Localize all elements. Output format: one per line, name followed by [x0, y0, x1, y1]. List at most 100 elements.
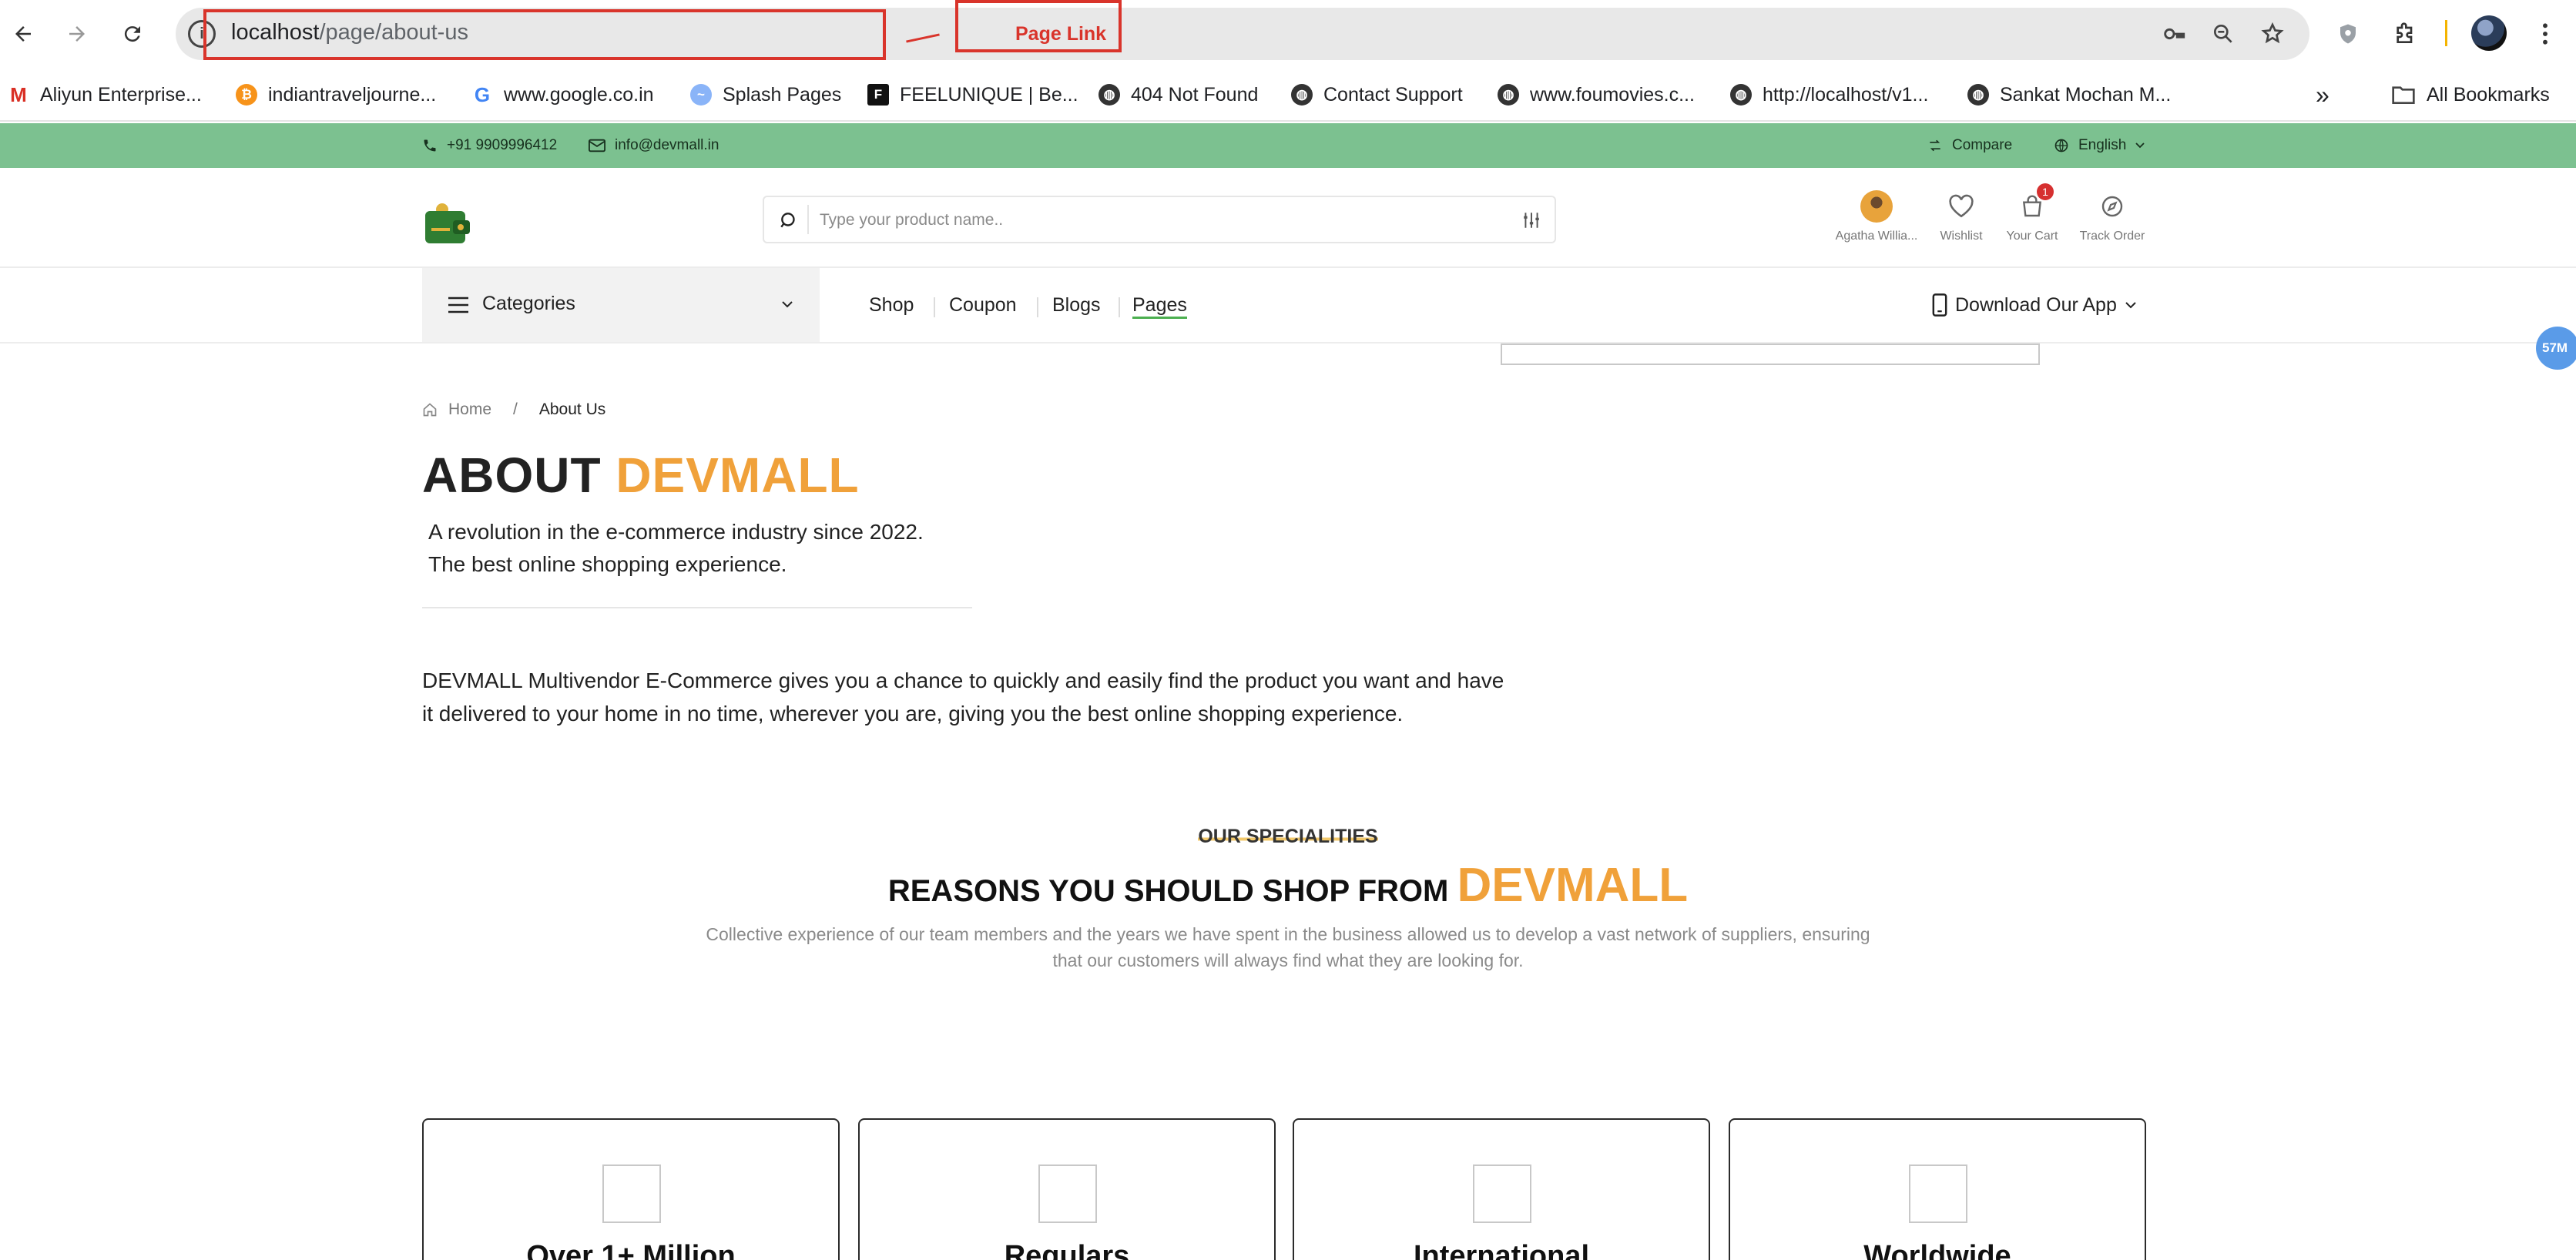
- back-button[interactable]: [6, 17, 40, 51]
- nav-pages[interactable]: Pages: [1132, 268, 1187, 342]
- section-eyebrow: OUR SPECIALITIES: [1198, 826, 1378, 847]
- account-button[interactable]: Agatha Willia...: [1830, 188, 1923, 257]
- bookmark-item[interactable]: ◍ Sankat Mochan M...: [1967, 77, 2171, 112]
- breadcrumb-separator: /: [513, 400, 518, 418]
- site-logo[interactable]: [422, 202, 473, 245]
- speciality-card: Regulars: [858, 1118, 1276, 1260]
- site-header: Agatha Willia... Wishlist 1 Your Cart Tr…: [0, 168, 2576, 268]
- section-subtitle: Collective experience of our team member…: [706, 924, 1870, 970]
- globe-icon: ◍: [1098, 84, 1120, 106]
- home-icon: [423, 403, 437, 417]
- bitcoin-icon: ₿: [236, 84, 257, 106]
- gmail-icon: M: [10, 82, 27, 106]
- speciality-image: [1038, 1164, 1097, 1223]
- more-bookmarks-button[interactable]: »: [2316, 77, 2329, 112]
- nav-coupon[interactable]: Coupon: [949, 268, 1017, 342]
- bookmark-item[interactable]: ◍ Contact Support: [1291, 77, 1463, 112]
- bookmark-star-icon[interactable]: [2256, 17, 2289, 51]
- main-navigation: Categories Shop Coupon Blogs Pages Downl…: [0, 268, 2576, 343]
- filter-sliders-icon[interactable]: [1518, 206, 1545, 234]
- forward-arrow-icon: [69, 26, 85, 42]
- search-icon[interactable]: [775, 206, 803, 234]
- toolbar-separator: [2445, 20, 2447, 46]
- annotation-label: Page Link: [1015, 23, 1107, 45]
- compare-icon: [1930, 139, 1940, 152]
- floating-memory-badge[interactable]: 57M: [2536, 327, 2576, 370]
- forward-button[interactable]: [60, 17, 94, 51]
- bookmark-item[interactable]: ◍ www.foumovies.c...: [1498, 77, 1695, 112]
- track-order-button[interactable]: Track Order: [2066, 188, 2158, 257]
- mobile-phone-icon: [1932, 293, 1947, 317]
- bookmark-item[interactable]: ~ Splash Pages: [690, 77, 841, 112]
- bookmarks-bar: M Aliyun Enterprise... ₿ indiantraveljou…: [0, 68, 2576, 122]
- product-search: [763, 196, 1556, 243]
- chevron-down-icon: [782, 301, 793, 308]
- nav-separator: [1119, 297, 1120, 317]
- nav-blogs[interactable]: Blogs: [1052, 268, 1101, 342]
- page-tagline: A revolution in the e-commerce industry …: [428, 520, 924, 576]
- breadcrumb: Home / About Us: [422, 400, 605, 419]
- categories-dropdown[interactable]: Categories: [422, 268, 820, 342]
- globe-icon: [2054, 139, 2068, 152]
- phone-contact[interactable]: +91 9909996412: [422, 123, 557, 168]
- language-selector[interactable]: English: [2054, 123, 2145, 168]
- shield-extension-icon[interactable]: [2329, 15, 2366, 52]
- section-title: REASONS YOU SHOULD SHOP FROM DEVMALL: [887, 859, 1689, 912]
- bookmark-item[interactable]: F FEELUNIQUE | Be...: [867, 77, 1078, 112]
- heart-icon: [1949, 194, 1974, 218]
- search-divider: [807, 205, 809, 234]
- chevron-down-icon: [2125, 302, 2136, 309]
- page-title: ABOUT DEVMALL: [422, 447, 860, 503]
- nav-separator: [1037, 297, 1038, 317]
- zoom-icon[interactable]: [2206, 17, 2240, 51]
- globe-icon: ◍: [1291, 84, 1313, 106]
- speciality-card: Worldwide: [1729, 1118, 2146, 1260]
- globe-icon: ◍: [1730, 84, 1752, 106]
- browser-toolbar: i localhost/page/about-us Page Link: [0, 0, 2576, 68]
- hero-divider: [422, 607, 972, 608]
- speciality-image: [1473, 1164, 1531, 1223]
- broken-banner-image: [1501, 343, 2040, 365]
- nav-separator: [934, 297, 935, 317]
- cart-button[interactable]: 1 Your Cart: [1986, 183, 2078, 257]
- bookmark-item[interactable]: ◍ http://localhost/v1...: [1730, 77, 1928, 112]
- site-topbar: +91 9909996412 info@devmall.in Compare E…: [0, 123, 2576, 168]
- reload-icon: [124, 26, 140, 42]
- bookmark-item[interactable]: ₿ indiantraveljourne...: [236, 77, 436, 112]
- reload-button[interactable]: [116, 17, 149, 51]
- splash-icon: ~: [690, 84, 712, 106]
- phone-icon: [424, 139, 436, 152]
- feelunique-icon: F: [867, 84, 889, 106]
- search-input[interactable]: [820, 203, 1498, 237]
- compass-icon: [2101, 196, 2123, 217]
- hamburger-menu-icon: [448, 297, 468, 313]
- profile-avatar[interactable]: [2471, 15, 2507, 51]
- devmall-logo-icon: [425, 203, 470, 243]
- speciality-image: [602, 1164, 661, 1223]
- bookmark-item[interactable]: G www.google.co.in: [471, 77, 654, 112]
- mail-icon: [589, 139, 605, 152]
- nav-shop[interactable]: Shop: [869, 268, 914, 342]
- chevron-down-icon: [2135, 142, 2145, 149]
- password-key-icon[interactable]: [2157, 17, 2191, 51]
- intro-paragraph: DEVMALL Multivendor E-Commerce gives you…: [422, 669, 1504, 726]
- kebab-menu-icon[interactable]: [2527, 15, 2564, 52]
- speciality-card: International: [1293, 1118, 1710, 1260]
- user-avatar: [1860, 190, 1893, 223]
- speciality-card: Over 1+ Million: [422, 1118, 840, 1260]
- url-highlight-box: [203, 9, 886, 60]
- compare-link[interactable]: Compare: [1927, 123, 2012, 168]
- breadcrumb-current: About Us: [538, 400, 606, 418]
- cart-count-badge: 1: [2037, 183, 2054, 200]
- globe-icon: ◍: [1967, 84, 1989, 106]
- email-contact[interactable]: info@devmall.in: [589, 123, 719, 168]
- breadcrumb-home[interactable]: Home: [448, 400, 491, 419]
- back-arrow-icon: [15, 26, 31, 42]
- all-bookmarks-button[interactable]: All Bookmarks: [2391, 77, 2550, 112]
- google-icon: G: [474, 82, 491, 106]
- extensions-puzzle-icon[interactable]: [2386, 15, 2423, 52]
- globe-icon: ◍: [1498, 84, 1519, 106]
- bookmark-item[interactable]: M Aliyun Enterprise...: [8, 77, 202, 112]
- bookmark-item[interactable]: ◍ 404 Not Found: [1098, 77, 1258, 112]
- download-app-dropdown[interactable]: Download Our App: [1932, 268, 2137, 342]
